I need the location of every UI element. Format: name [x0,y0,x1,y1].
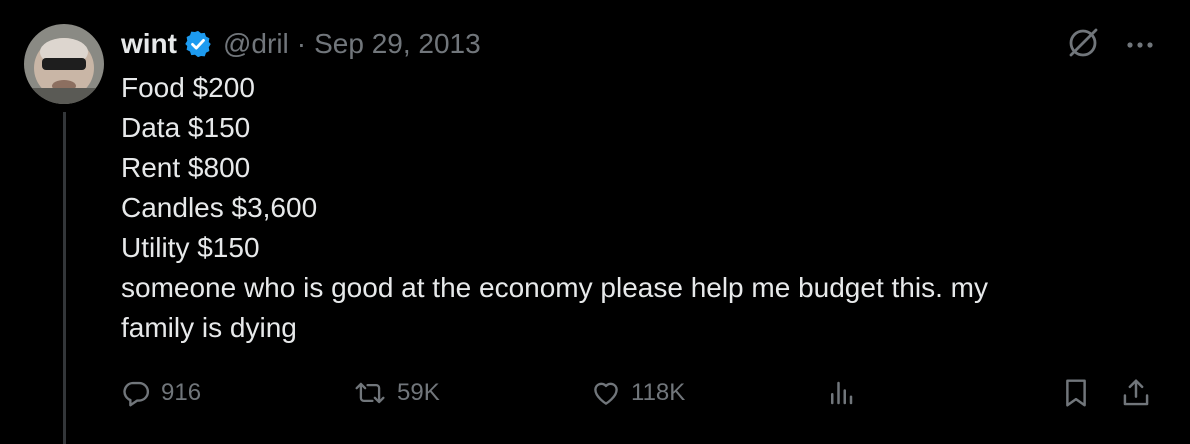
tweet-actions: 916 59K 118K [121,372,1161,414]
share-button[interactable] [1121,372,1151,414]
bookmark-button[interactable] [1061,372,1091,414]
tweet-line: family is dying [121,312,297,343]
tweet-header: wint @dril · Sep 29, 2013 [121,26,481,62]
verified-badge-icon[interactable] [183,29,213,59]
retweet-icon [353,378,387,408]
like-button[interactable]: 118K [591,372,685,414]
separator-dot: · [296,28,307,59]
display-name[interactable]: wint [121,28,177,60]
tweet-line: Rent $800 [121,152,251,183]
reply-button[interactable]: 916 [121,372,201,414]
tweet-card: wint @dril · Sep 29, 2013 Food $200 Data… [0,0,1190,444]
avatar[interactable] [24,24,104,104]
more-icon[interactable] [1126,37,1154,55]
tweet-line: Food $200 [121,72,255,103]
tweet-date[interactable]: Sep 29, 2013 [314,28,481,60]
tweet-text: Food $200 Data $150 Rent $800 Candles $3… [121,68,1121,348]
bookmark-icon [1061,377,1091,409]
views-icon [826,378,856,408]
share-icon [1121,377,1151,409]
heart-icon [591,378,621,408]
tweet-top-actions [1066,26,1154,65]
like-count: 118K [631,379,686,406]
retweet-button[interactable]: 59K [353,372,440,414]
tweet-line: Candles $3,600 [121,192,318,223]
retweet-count: 59K [397,379,440,406]
handle[interactable]: @dril [223,28,289,60]
reply-count: 916 [161,379,202,406]
tweet-line: Utility $150 [121,232,260,263]
views-button[interactable] [826,372,856,414]
thread-line [63,112,66,444]
tweet-line: Data $150 [121,112,251,143]
grok-icon[interactable] [1066,26,1100,65]
tweet-line: someone who is good at the economy pleas… [121,272,988,303]
reply-icon [121,378,151,408]
